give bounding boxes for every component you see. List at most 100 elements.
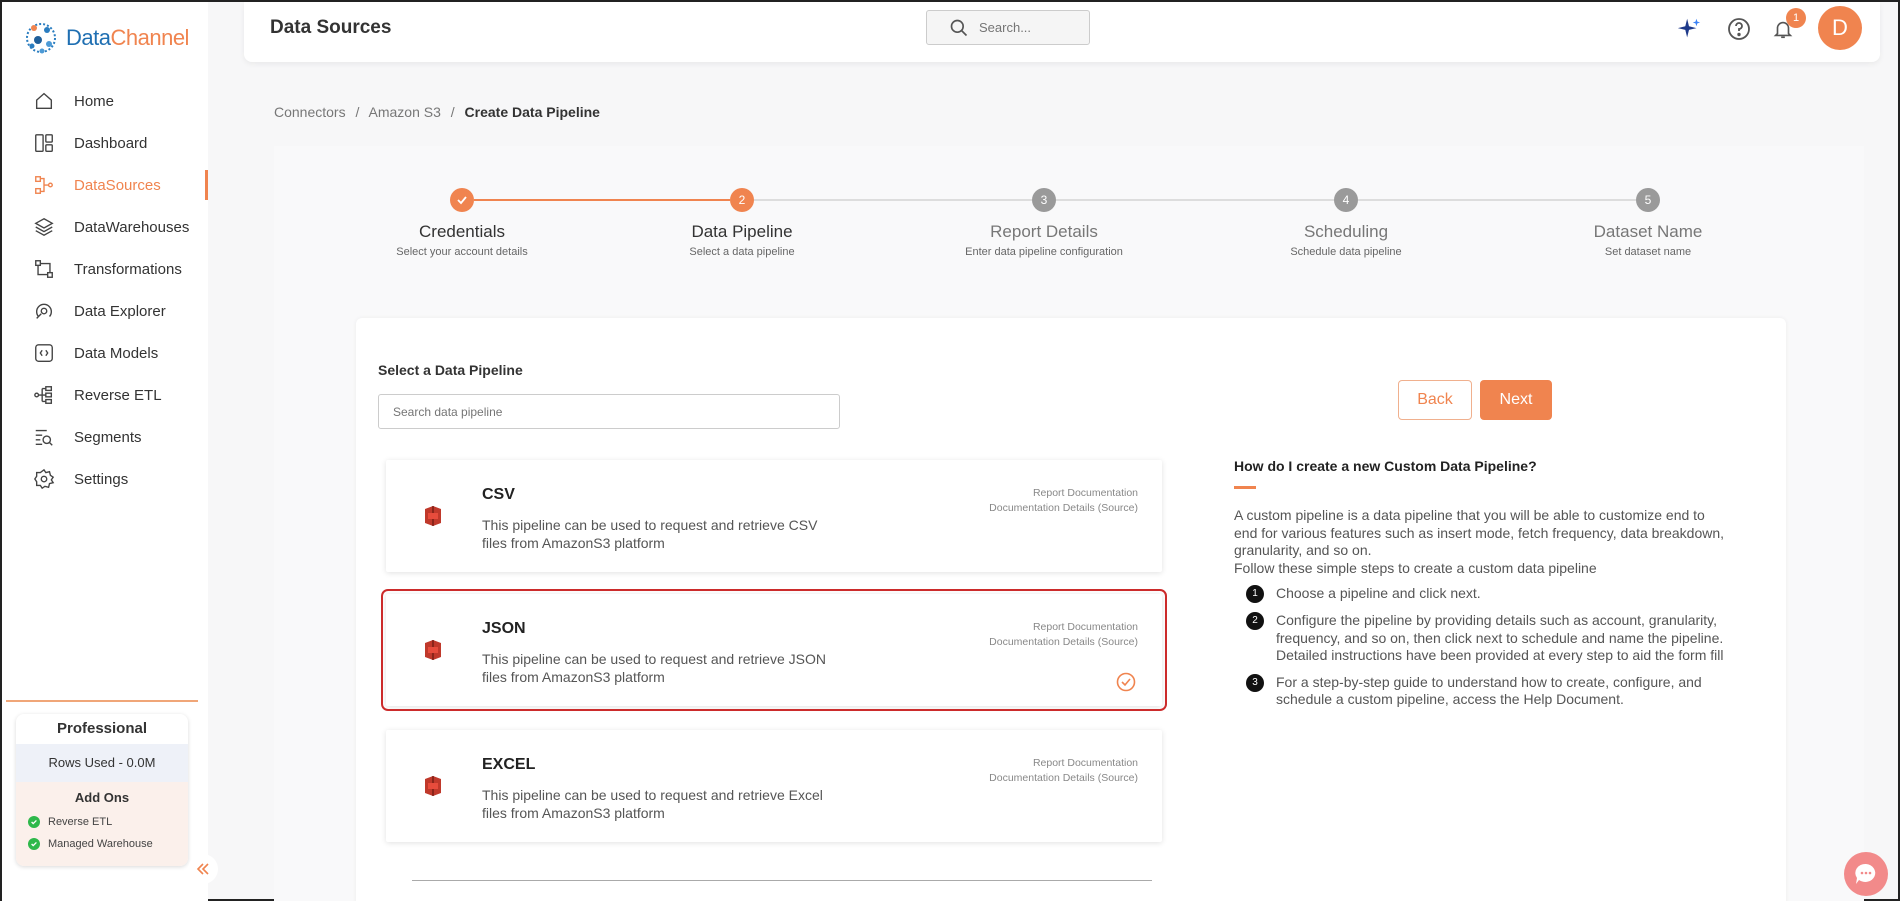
sidebar-nav: Home Dashboard DataSources DataWarehouse… [2,80,208,500]
sidebar-item-label: Settings [74,470,129,488]
sidebar-item-label: Transformations [74,260,182,278]
sidebar-item-dashboard[interactable]: Dashboard [2,122,208,164]
step-data-pipeline[interactable]: 2 Data Pipeline Select a data pipeline [632,188,852,258]
step-title: Data Pipeline [691,222,793,241]
step-number-badge: 3 [1246,673,1264,692]
collapse-sidebar-button[interactable] [188,854,218,884]
pipeline-name: JSON [482,620,526,637]
explorer-icon [32,299,56,323]
step-number: 5 [1636,188,1660,212]
breadcrumb-separator: / [450,104,455,120]
help-title: How do I create a new Custom Data Pipeli… [1234,458,1537,474]
step-number: 3 [1032,188,1056,212]
sidebar-item-datawarehouses[interactable]: DataWarehouses [2,206,208,248]
addon-label: Reverse ETL [48,816,113,828]
sidebar-item-segments[interactable]: Segments [2,416,208,458]
models-icon [32,341,56,365]
sidebar-item-data-models[interactable]: Data Models [2,332,208,374]
step-number: 2 [730,188,754,212]
layers-icon [32,215,56,239]
sidebar-item-home[interactable]: Home [2,80,208,122]
global-search[interactable] [926,10,1090,45]
chat-support-button[interactable] [1844,852,1888,896]
addon-label: Managed Warehouse [48,838,153,850]
step-credentials[interactable]: Credentials Select your account details [352,188,572,258]
logo-icon [26,23,56,54]
sidebar-item-label: DataSources [74,176,161,194]
step-subtitle: Select your account details [396,246,528,258]
check-circle-icon [28,838,40,850]
check-icon [450,188,474,212]
addon-item: Managed Warehouse [16,833,188,855]
gear-icon [32,467,56,491]
back-button[interactable]: Back [1398,380,1472,420]
plan-divider [6,700,198,702]
avatar[interactable]: D [1818,6,1862,50]
sidebar-item-label: Data Models [74,344,159,362]
chat-bubble-icon [1855,863,1876,884]
sidebar-item-label: Home [74,92,115,110]
step-number-badge: 2 [1246,612,1264,630]
next-button[interactable]: Next [1480,380,1552,420]
datasources-icon [32,173,56,197]
select-pipeline-label: Select a Data Pipeline [378,362,523,378]
help-intro: A custom pipeline is a data pipeline tha… [1234,507,1725,558]
amazon-s3-icon [425,506,441,526]
plan-title: Professional [56,720,148,737]
global-search-input[interactable] [979,20,1079,35]
pipeline-name: CSV [482,486,515,503]
documentation-details-link[interactable]: Documentation Details (Source) [989,635,1138,650]
transform-icon [32,257,56,281]
page-title: Data Sources [270,17,392,38]
step-subtitle: Select a data pipeline [689,246,795,258]
sidebar: DataChannel Home Dashboard DataSources D… [2,2,218,901]
pipeline-description: This pipeline can be used to request and… [482,787,823,821]
ai-sparkle-button[interactable] [1676,16,1702,42]
sidebar-item-reverse-etl[interactable]: Reverse ETL [2,374,208,416]
sidebar-item-label: Data Explorer [74,302,166,320]
step-title: Dataset Name [1593,222,1703,241]
pipeline-name: EXCEL [482,756,536,773]
help-button[interactable] [1726,16,1752,42]
pipeline-search-input[interactable] [378,394,840,429]
breadcrumb-amazon-s3[interactable]: Amazon S3 [369,104,441,120]
sidebar-item-transformations[interactable]: Transformations [2,248,208,290]
sidebar-item-data-explorer[interactable]: Data Explorer [2,290,208,332]
report-documentation-link[interactable]: Report Documentation [989,620,1138,635]
documentation-details-link[interactable]: Documentation Details (Source) [989,501,1138,516]
pipeline-links: Report Documentation Documentation Detai… [989,620,1138,650]
sidebar-item-datasources[interactable]: DataSources [2,164,208,206]
addon-item: Reverse ETL [16,811,188,833]
search-icon [950,19,968,36]
pipeline-card-excel[interactable]: EXCEL This pipeline can be used to reque… [386,730,1162,842]
documentation-details-link[interactable]: Documentation Details (Source) [989,771,1138,786]
brand-name: DataChannel [66,25,189,50]
step-title: Scheduling [1303,222,1389,241]
breadcrumb-connectors[interactable]: Connectors [274,104,346,120]
help-step-text: Configure the pipeline by providing deta… [1276,612,1724,663]
pipeline-links: Report Documentation Documentation Detai… [989,486,1138,516]
report-documentation-link[interactable]: Report Documentation [989,486,1138,501]
double-chevron-left-icon [196,863,209,875]
check-circle-icon [28,816,40,828]
step-scheduling: 4 Scheduling Schedule data pipeline [1236,188,1456,258]
brand-logo[interactable]: DataChannel [22,18,189,58]
help-accent-bar [1234,486,1256,489]
step-subtitle: Schedule data pipeline [1290,246,1402,258]
report-documentation-link[interactable]: Report Documentation [989,756,1138,771]
help-section: How do I create a new Custom Data Pipeli… [1234,458,1724,718]
sidebar-item-settings[interactable]: Settings [2,458,208,500]
pipeline-card-json[interactable]: JSON This pipeline can be used to reques… [381,589,1167,711]
wizard-stepper: Credentials Select your account details … [274,188,1702,268]
step-number: 4 [1334,188,1358,212]
addons-section: Add Ons Reverse ETL Managed Warehouse [16,782,188,866]
help-steps: 1 Choose a pipeline and click next. 2 Co… [1234,585,1724,709]
list-divider [412,880,1152,881]
amazon-s3-icon [425,776,441,796]
help-follow: Follow these simple steps to create a cu… [1234,559,1597,576]
pipeline-card-csv[interactable]: CSV This pipeline can be used to request… [386,460,1162,572]
pipeline-selection-card: Select a Data Pipeline Back Next CSV Thi… [356,318,1786,901]
step-title: Credentials [419,222,505,241]
step-subtitle: Set dataset name [1604,246,1692,258]
pipeline-description: This pipeline can be used to request and… [482,651,826,685]
